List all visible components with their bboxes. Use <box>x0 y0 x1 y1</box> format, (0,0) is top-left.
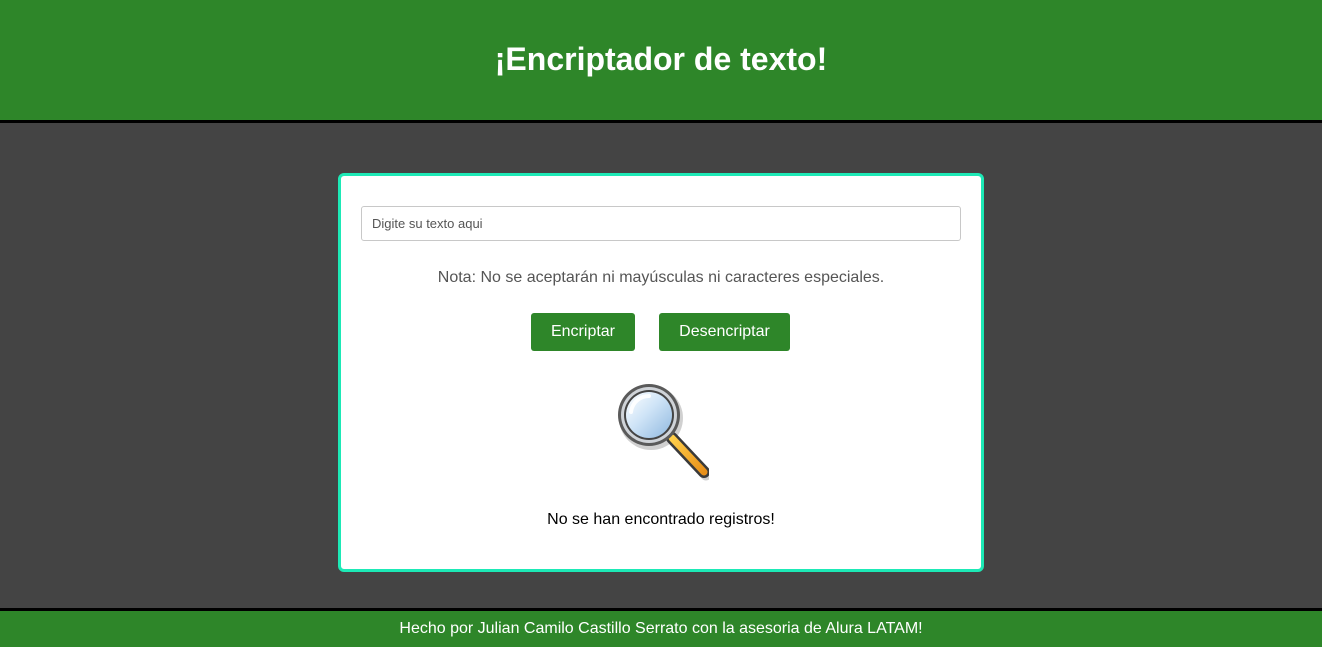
decrypt-button[interactable]: Desencriptar <box>659 313 790 351</box>
encryptor-card: Nota: No se aceptarán ni mayúsculas ni c… <box>338 173 984 572</box>
page-title: ¡Encriptador de texto! <box>494 40 828 77</box>
empty-results-message: No se han encontrado registros! <box>547 511 775 528</box>
magnifying-glass-icon <box>618 384 709 481</box>
encrypt-button[interactable]: Encriptar <box>531 313 635 351</box>
header-bar: ¡Encriptador de texto! <box>0 0 1322 123</box>
note-text: Nota: No se aceptarán ni mayúsculas ni c… <box>437 269 885 286</box>
text-input[interactable] <box>361 206 961 241</box>
footer-credit: Hecho por Julian Camilo Castillo Serrato… <box>399 620 923 637</box>
footer-bar: Hecho por Julian Camilo Castillo Serrato… <box>0 608 1322 647</box>
